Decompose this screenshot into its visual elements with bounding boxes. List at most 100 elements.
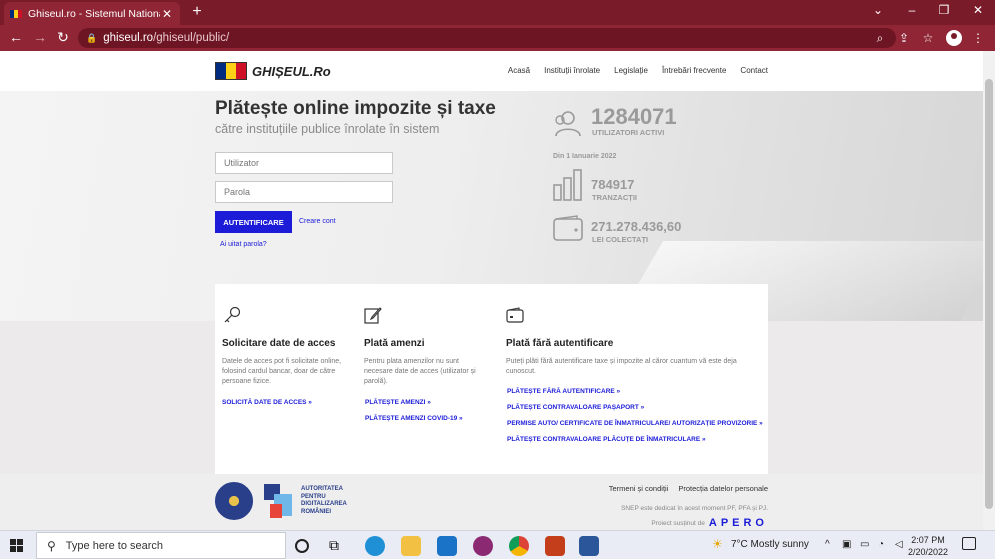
taskbar-clock[interactable]: 2:07 PM 2/20/2022 <box>908 534 948 558</box>
password-input[interactable] <box>215 181 393 203</box>
adr-text: AUTORITATEA PENTRU DIGITALIZAREA ROMÂNIE… <box>301 486 347 516</box>
minimize-icon[interactable]: – <box>902 3 922 17</box>
login-button[interactable]: AUTENTIFICARE <box>215 211 292 233</box>
powerpoint-icon[interactable] <box>545 536 565 556</box>
collected-amount: 271.278.436,60 <box>591 219 682 234</box>
card-text-fines: Pentru plata amenzilor nu sunt necesare … <box>364 358 476 385</box>
card-text-no-auth: Puteți plăti fără autentificare taxe și … <box>506 358 737 375</box>
page-title: Plătește online impozite și taxe <box>215 98 496 119</box>
menu-item-acasa[interactable]: Acasă <box>508 66 530 75</box>
app-icon[interactable] <box>473 536 493 556</box>
weather-icon[interactable]: ☀ <box>712 537 723 551</box>
battery-icon[interactable]: ▭ <box>860 539 869 550</box>
logo-text: GHIȘEUL.Ro <box>252 63 331 79</box>
adr-line: DIGITALIZAREA <box>301 501 347 507</box>
url-host: ghiseul.ro <box>103 32 154 44</box>
browser-toolbar: ← → ↻ 🔒 ghiseul.ro /ghiseul/public/ ⌕ ⇪ … <box>0 25 995 51</box>
notification-icon[interactable] <box>962 537 976 550</box>
pay-fines-link[interactable]: PLĂTEȘTE AMENZI » <box>365 399 431 406</box>
active-users-label: UTILIZATORI ACTIVI <box>592 128 665 137</box>
wifi-icon[interactable]: ◔ <box>878 539 884 550</box>
username-input[interactable] <box>215 152 393 174</box>
romania-flag-icon <box>215 62 247 80</box>
edit-icon <box>364 307 382 324</box>
kebab-menu-icon[interactable]: ⋮ <box>970 31 986 45</box>
pay-passport-link[interactable]: PLĂTEȘTE CONTRAVALOARE PAȘAPORT » <box>507 404 644 411</box>
menu-item-institutii[interactable]: Instituții înrolate <box>544 66 600 75</box>
restore-icon[interactable]: ❐ <box>934 3 954 17</box>
request-access-link[interactable]: SOLICITĂ DATE DE ACCES » <box>222 399 312 406</box>
snep-note: SNEP este dedicat în acest moment PF, PF… <box>621 505 768 512</box>
wallet-icon <box>506 307 524 323</box>
edge-icon[interactable] <box>365 536 385 556</box>
main-menu: Acasă Instituții înrolate Legislație Înt… <box>508 66 768 75</box>
task-view-icon[interactable]: ⧉ <box>329 537 349 557</box>
clock-time: 2:07 PM <box>911 535 945 545</box>
close-tab-icon[interactable]: ✕ <box>160 7 174 21</box>
favicon-flag-icon <box>10 9 22 18</box>
volume-icon[interactable]: ◁ <box>895 539 903 550</box>
browser-tab[interactable]: Ghiseul.ro - Sistemul National El ✕ <box>4 2 180 25</box>
card-title-no-auth: Plată fără autentificare <box>506 338 614 349</box>
url-path: /ghiseul/public/ <box>153 32 230 44</box>
tray-app-icon[interactable]: ▣ <box>842 539 851 550</box>
pay-no-auth-link[interactable]: PLĂTEȘTE FĂRĂ AUTENTIFICARE » <box>507 388 620 395</box>
menu-item-contact[interactable]: Contact <box>740 66 768 75</box>
new-tab-button[interactable]: + <box>188 3 206 21</box>
privacy-link[interactable]: Protecția datelor personale <box>678 484 768 493</box>
pay-plates-link[interactable]: PLĂTEȘTE CONTRAVALOARE PLĂCUȚE DE ÎNMATR… <box>507 436 706 443</box>
windows-start-icon[interactable] <box>10 539 23 552</box>
footer-links: Termeni și condiții Protecția datelor pe… <box>609 484 768 493</box>
government-seal-icon[interactable] <box>215 482 253 520</box>
page-scrollbar[interactable] <box>983 51 995 530</box>
weather-text[interactable]: 7°C Mostly sunny <box>731 539 809 550</box>
site-logo[interactable]: GHIȘEUL.Ro <box>215 62 331 80</box>
scrollbar-thumb[interactable] <box>985 79 993 509</box>
address-bar[interactable]: 🔒 ghiseul.ro /ghiseul/public/ <box>78 28 896 48</box>
adr-line: PENTRU <box>301 493 326 500</box>
site-footer: AUTORITATEA PENTRU DIGITALIZAREA ROMÂNIE… <box>0 474 983 530</box>
bookmark-star-icon[interactable]: ☆ <box>920 31 936 45</box>
file-explorer-icon[interactable] <box>401 536 421 556</box>
forward-arrow-icon[interactable]: → <box>32 29 48 45</box>
reload-icon[interactable]: ↻ <box>55 29 71 46</box>
zoom-icon[interactable]: ⌕ <box>872 31 888 46</box>
create-account-link[interactable]: Creare cont <box>299 218 336 225</box>
window-close-icon[interactable]: ✕ <box>968 3 988 17</box>
mail-icon[interactable] <box>437 536 457 556</box>
menu-item-intrebari[interactable]: Întrebări frecvente <box>662 66 726 75</box>
supported-by: Proiect susținut de APERO <box>651 517 768 529</box>
info-cards: Solicitare date de acces Datele de acces… <box>215 284 768 474</box>
cortana-icon[interactable] <box>295 539 309 553</box>
terms-link[interactable]: Termeni și condiții <box>609 484 669 493</box>
bar-chart-icon <box>553 169 582 201</box>
active-users-count: 1284071 <box>591 104 677 129</box>
transactions-label: TRANZACȚII <box>592 193 637 202</box>
forgot-password-link[interactable]: Ai uitat parola? <box>220 241 267 248</box>
taskbar-search-placeholder: Type here to search <box>65 539 164 552</box>
site-header: GHIȘEUL.Ro Acasă Instituții înrolate Leg… <box>0 51 983 91</box>
web-page: GHIȘEUL.Ro Acasă Instituții înrolate Leg… <box>0 51 983 530</box>
word-icon[interactable] <box>579 536 599 556</box>
search-icon: ⚲ <box>47 538 56 553</box>
pay-covid-fines-link[interactable]: PLĂTEȘTE AMENZI COVID-19 » <box>365 415 463 422</box>
card-title-fines: Plată amenzi <box>364 338 425 349</box>
card-text-access: Datele de acces pot fi solicitate online… <box>222 358 342 385</box>
page-subtitle: către instituțiile publice înrolate în s… <box>215 122 440 136</box>
tray-chevron-icon[interactable]: ^ <box>825 539 830 550</box>
tab-search-icon[interactable]: ⌄ <box>868 3 888 17</box>
back-arrow-icon[interactable]: ← <box>8 29 24 45</box>
adr-logo-icon[interactable] <box>262 480 296 520</box>
stats-since: Din 1 Ianuarie 2022 <box>553 153 617 160</box>
pay-driving-license-link[interactable]: PERMISE AUTO/ CERTIFICATE DE ÎNMATRICULA… <box>507 420 763 427</box>
lock-icon: 🔒 <box>86 32 98 43</box>
profile-icon[interactable] <box>946 30 962 46</box>
browser-tab-strip: Ghiseul.ro - Sistemul National El ✕ + ⌄ … <box>0 0 995 25</box>
menu-item-legislatie[interactable]: Legislație <box>614 66 648 75</box>
windows-taskbar: ⚲ Type here to search ⧉ ☀ 7°C Mostly sun… <box>0 530 995 559</box>
chrome-icon[interactable] <box>509 536 529 556</box>
share-icon[interactable]: ⇪ <box>896 31 912 45</box>
apero-logo[interactable]: APERO <box>709 517 768 529</box>
taskbar-search[interactable]: ⚲ Type here to search <box>36 532 286 559</box>
wallet-icon <box>553 215 583 241</box>
